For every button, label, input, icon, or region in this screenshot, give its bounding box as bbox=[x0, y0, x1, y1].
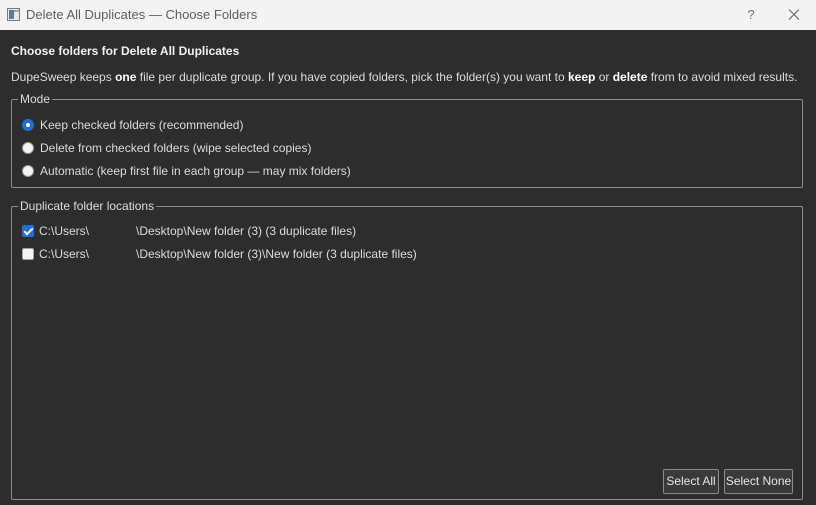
window-app-icon bbox=[7, 8, 20, 21]
title-bar: Delete All Duplicates — Choose Folders ? bbox=[0, 0, 816, 30]
mode-groupbox-title: Mode bbox=[18, 92, 53, 106]
mode-option-label: Automatic (keep first file in each group… bbox=[40, 164, 351, 178]
mode-option-delete[interactable]: Delete from checked folders (wipe select… bbox=[22, 141, 311, 155]
help-button[interactable]: ? bbox=[740, 4, 762, 26]
duplicate-locations-title: Duplicate folder locations bbox=[18, 199, 157, 213]
folder-path-label: \Desktop\New folder (3)\New folder (3 du… bbox=[136, 247, 417, 261]
folder-location-item[interactable]: C:\Users\ \Desktop\New folder (3) (3 dup… bbox=[22, 224, 356, 238]
folder-path-label: \Desktop\New folder (3) (3 duplicate fil… bbox=[136, 224, 357, 238]
dialog-description: DupeSweep keeps one file per duplicate g… bbox=[11, 70, 797, 84]
duplicate-locations-groupbox: Duplicate folder locations C:\Users\ \De… bbox=[11, 199, 803, 500]
folder-path-prefix: C:\Users\ bbox=[39, 247, 90, 261]
select-all-button[interactable]: Select All bbox=[663, 469, 719, 494]
folder-checkbox[interactable] bbox=[22, 248, 34, 260]
mode-groupbox: Mode Keep checked folders (recommended) … bbox=[11, 92, 803, 188]
select-none-button[interactable]: Select None bbox=[724, 469, 793, 494]
mode-option-keep[interactable]: Keep checked folders (recommended) bbox=[22, 118, 243, 132]
description-text: from to avoid mixed results. bbox=[647, 70, 798, 84]
description-text: or bbox=[595, 70, 613, 84]
radio-button-keep[interactable] bbox=[22, 119, 34, 131]
window-title: Delete All Duplicates — Choose Folders bbox=[26, 7, 258, 22]
radio-button-delete[interactable] bbox=[22, 142, 34, 154]
description-bold-one: one bbox=[115, 70, 137, 84]
description-bold-delete: delete bbox=[612, 70, 648, 84]
description-text: DupeSweep keeps bbox=[11, 70, 116, 84]
folder-path-prefix: C:\Users\ bbox=[39, 224, 90, 238]
description-text: file per duplicate group. If you have co… bbox=[136, 70, 568, 84]
radio-button-automatic[interactable] bbox=[22, 165, 34, 177]
mode-option-automatic[interactable]: Automatic (keep first file in each group… bbox=[22, 164, 351, 178]
folder-checkbox[interactable] bbox=[22, 225, 34, 237]
dialog-heading: Choose folders for Delete All Duplicates bbox=[11, 44, 240, 58]
mode-option-label: Keep checked folders (recommended) bbox=[40, 118, 244, 132]
description-bold-keep: keep bbox=[568, 70, 596, 84]
mode-option-label: Delete from checked folders (wipe select… bbox=[40, 141, 312, 155]
folder-location-item[interactable]: C:\Users\ \Desktop\New folder (3)\New fo… bbox=[22, 247, 417, 261]
close-icon[interactable] bbox=[783, 4, 805, 26]
